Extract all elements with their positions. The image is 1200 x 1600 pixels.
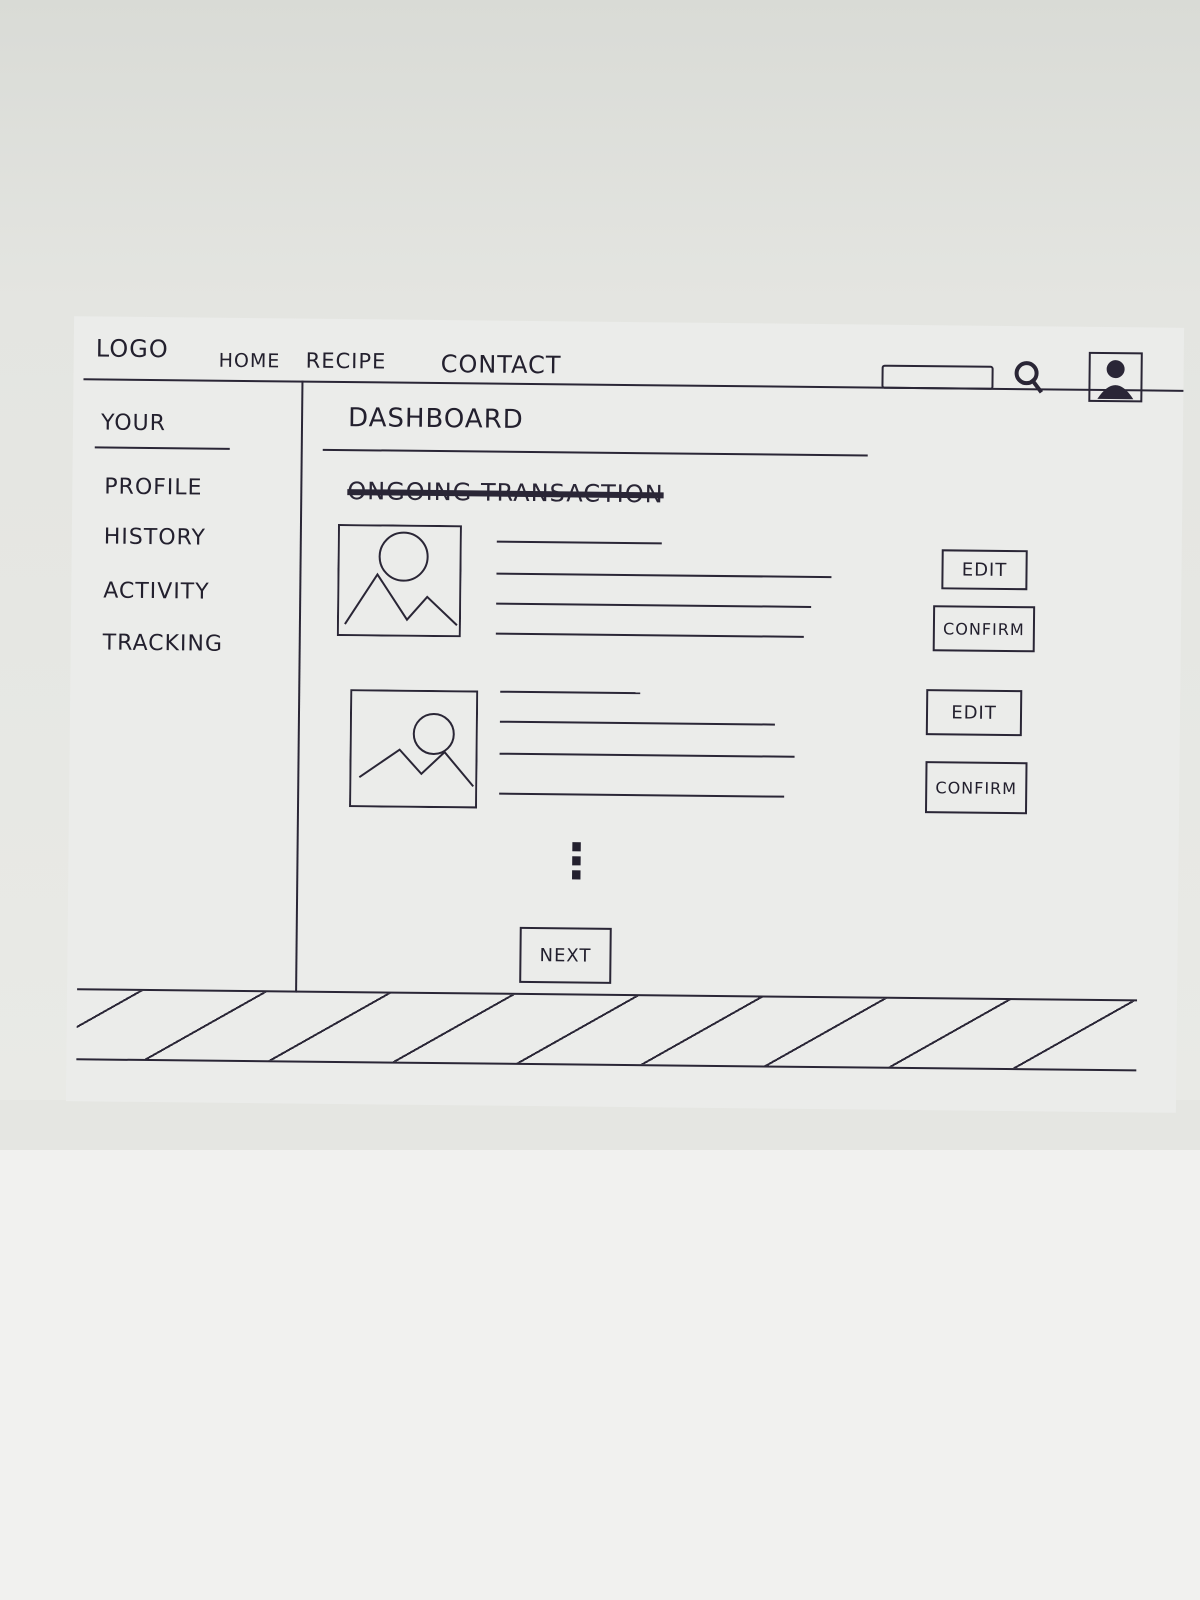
sidebar-item-profile[interactable]: PROFILE bbox=[104, 475, 202, 501]
next-button[interactable]: NEXT bbox=[519, 926, 612, 984]
sidebar-item-tracking[interactable]: TRACKING bbox=[103, 631, 224, 657]
nav-recipe[interactable]: RECIPE bbox=[306, 349, 387, 374]
confirm-button[interactable]: CONFIRM bbox=[932, 605, 1036, 653]
title-underline bbox=[322, 448, 868, 457]
section-heading-scribbled: ONGOING TRANSACTION bbox=[347, 477, 664, 509]
image-placeholder-icon bbox=[349, 689, 479, 809]
page-title: DASHBOARD bbox=[347, 403, 524, 435]
sidebar-title-underline bbox=[94, 446, 230, 450]
text-line bbox=[500, 690, 641, 695]
text-line bbox=[499, 752, 795, 758]
sidebar-item-activity[interactable]: ACTIVITY bbox=[103, 579, 210, 605]
text-line bbox=[499, 792, 785, 798]
sidebar-title: YOUR bbox=[100, 410, 167, 437]
text-line bbox=[496, 540, 662, 545]
sidebar-item-history[interactable]: HISTORY bbox=[104, 525, 206, 551]
background-paper-bottom bbox=[0, 1150, 1200, 1600]
image-placeholder-icon bbox=[336, 523, 462, 638]
user-avatar-icon[interactable] bbox=[1087, 351, 1144, 404]
text-line bbox=[495, 632, 804, 638]
more-items-indicator: ⋮ bbox=[552, 833, 602, 890]
confirm-button[interactable]: CONFIRM bbox=[924, 761, 1028, 815]
edit-button[interactable]: EDIT bbox=[941, 549, 1028, 591]
footer-hatched bbox=[76, 988, 1138, 1072]
search-icon[interactable] bbox=[1011, 358, 1047, 398]
text-line bbox=[499, 720, 775, 726]
edit-button[interactable]: EDIT bbox=[925, 689, 1023, 737]
wireframe-sheet: LOGO HOME RECIPE CONTACT YOUR PROFILE HI… bbox=[65, 316, 1185, 1113]
text-line bbox=[496, 572, 832, 579]
nav-home[interactable]: HOME bbox=[219, 350, 281, 373]
sidebar-divider bbox=[295, 380, 304, 993]
nav-contact[interactable]: CONTACT bbox=[441, 350, 562, 379]
logo: LOGO bbox=[95, 334, 169, 364]
text-line bbox=[496, 602, 812, 608]
